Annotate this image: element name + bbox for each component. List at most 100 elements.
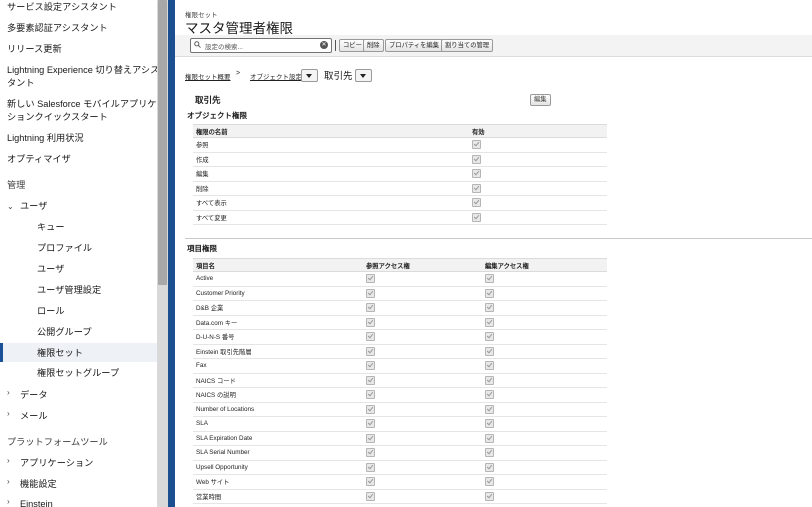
table-row: Number of Locations [193, 402, 607, 417]
field-name: SLA Expiration Date [193, 431, 363, 446]
object-permissions-title: オブジェクト権限 [187, 111, 247, 120]
sidebar-item-user-management-settings[interactable]: ユーザ管理設定 [37, 284, 101, 297]
read-access-cell [363, 387, 482, 403]
checkbox-checked-disabled [366, 448, 375, 458]
object-settings-dropdown[interactable] [301, 69, 318, 82]
sidebar-item-lightning-transition-line2[interactable]: タント [7, 77, 35, 90]
sidebar-item-mobile-quickstart-line1[interactable]: 新しい Salesforce モバイルアプリケー [7, 98, 157, 111]
checkbox-checked-disabled [366, 462, 375, 472]
permission-enabled-cell [469, 181, 607, 196]
checkbox-checked-disabled [472, 154, 481, 164]
checkbox-checked-disabled [366, 419, 375, 429]
table-row: 作成 [193, 152, 607, 167]
field-name: NAICS コード [193, 373, 363, 388]
edit-access-cell [482, 373, 607, 388]
checkbox-checked-disabled [485, 274, 494, 284]
checkbox-checked-disabled [485, 462, 494, 472]
field-permissions-title: 項目権限 [187, 244, 217, 253]
sidebar-item-service-setup-assistant[interactable]: サービス設定アシスタント [7, 1, 117, 14]
table-row: NAICS コード [193, 373, 607, 388]
search-input[interactable]: 設定の検索... ✕ [190, 38, 332, 53]
permission-name: 削除 [193, 181, 469, 196]
table-row: SLA Serial Number [193, 445, 607, 461]
permission-enabled-cell [469, 152, 607, 167]
checkbox-checked-disabled [485, 448, 494, 458]
sidebar-item-einstein[interactable]: Einstein [20, 498, 53, 507]
edit-access-cell [482, 445, 607, 461]
object-permissions-table: 権限の名前 有効 参照 作成 編集 削除 すべて表示 すべて変更 [193, 124, 607, 225]
chevron-right-icon[interactable]: › [7, 388, 10, 397]
sidebar-item-email[interactable]: メール [20, 410, 48, 423]
chevron-right-icon[interactable]: › [7, 497, 10, 506]
edit-properties-button[interactable]: プロパティを編集 [385, 39, 443, 52]
field-name: Fax [193, 358, 363, 374]
checkbox-checked-disabled [366, 477, 375, 487]
edit-access-cell [482, 271, 607, 287]
clear-icon[interactable]: ✕ [320, 41, 328, 49]
sidebar-item-apps[interactable]: アプリケーション [20, 457, 93, 470]
sidebar-item-mobile-quickstart-line2[interactable]: ションクイックスタート [7, 111, 108, 124]
breadcrumb-object-settings[interactable]: オブジェクト設定 [250, 71, 302, 81]
copy-button[interactable]: コピー [339, 39, 366, 52]
permission-name: 参照 [193, 137, 469, 153]
chevron-right-icon[interactable]: › [7, 456, 10, 465]
checkbox-checked-disabled [366, 404, 375, 414]
chevron-down-icon[interactable]: ⌄ [7, 202, 14, 211]
checkbox-checked-disabled [366, 346, 375, 356]
table-row: Einstein 取引先階層 [193, 344, 607, 359]
sidebar-item-feature-settings[interactable]: 機能設定 [20, 478, 57, 491]
sidebar-item-users[interactable]: ユーザ [37, 263, 64, 276]
breadcrumb-separator: > [236, 70, 241, 77]
sidebar-item-permission-sets[interactable]: 権限セット [37, 347, 83, 360]
column-header: 権限の名前 [193, 124, 469, 138]
checkbox-checked-disabled [485, 419, 494, 429]
search-placeholder: 設定の検索... [205, 44, 243, 51]
delete-button[interactable]: 削除 [363, 39, 384, 52]
sidebar-item-mfa-assistant[interactable]: 多要素認証アシスタント [7, 22, 108, 35]
table-row: 編集 [193, 166, 607, 182]
sidebar-item-release-updates[interactable]: リリース更新 [7, 43, 62, 56]
table-row: Web サイト [193, 474, 607, 490]
table-row: SLA Expiration Date [193, 431, 607, 446]
table-row: 営業時間 [193, 489, 607, 504]
checkbox-checked-disabled [485, 303, 494, 313]
sidebar-item-queues[interactable]: キュー [37, 221, 65, 234]
read-access-cell [363, 445, 482, 461]
chevron-right-icon[interactable]: › [7, 409, 10, 418]
edit-access-cell [482, 474, 607, 490]
checkbox-checked-disabled [366, 433, 375, 443]
sidebar-item-lightning-usage[interactable]: Lightning 利用状況 [7, 132, 84, 145]
sidebar-item-roles[interactable]: ロール [37, 305, 65, 318]
table-row: 参照 [193, 137, 607, 153]
sidebar-item-data[interactable]: データ [20, 389, 48, 402]
field-permissions-table: 項目名 参照アクセス権 編集アクセス権 Active Customer Prior… [193, 258, 607, 504]
sidebar-selection-indicator [0, 343, 3, 362]
chevron-right-icon[interactable]: › [7, 477, 10, 486]
permission-name: すべて表示 [193, 195, 469, 211]
checkbox-checked-disabled [366, 390, 375, 400]
sidebar-item-users-group[interactable]: ユーザ [20, 200, 47, 213]
read-access-cell [363, 315, 482, 330]
sidebar-scrollbar-thumb[interactable] [158, 0, 167, 285]
sidebar-item-optimizer[interactable]: オプティマイザ [7, 153, 71, 166]
sidebar-item-profiles[interactable]: プロファイル [37, 242, 92, 255]
breadcrumb-permission-set-overview[interactable]: 権限セット概要 [185, 71, 231, 81]
table-row: 削除 [193, 181, 607, 196]
toolbar-divider [335, 40, 336, 51]
sidebar-item-permission-set-groups[interactable]: 権限セットグループ [37, 367, 119, 380]
table-row: Data.com キー [193, 315, 607, 330]
permission-name: すべて変更 [193, 210, 469, 225]
field-name: Customer Priority [193, 286, 363, 301]
object-dropdown[interactable] [355, 69, 372, 82]
edit-button[interactable]: 編集 [530, 94, 551, 106]
read-access-cell [363, 431, 482, 446]
column-header: 項目名 [193, 258, 363, 272]
manage-assignments-button[interactable]: 割り当ての管理 [441, 39, 494, 52]
frame-border [168, 0, 175, 507]
field-name: Einstein 取引先階層 [193, 344, 363, 359]
checkbox-checked-disabled [366, 361, 375, 371]
read-access-cell [363, 358, 482, 374]
field-name: Upsell Opportunity [193, 460, 363, 475]
sidebar-item-lightning-transition-line1[interactable]: Lightning Experience 切り替えアシス [7, 64, 157, 77]
sidebar-item-public-groups[interactable]: 公開グループ [37, 326, 92, 339]
